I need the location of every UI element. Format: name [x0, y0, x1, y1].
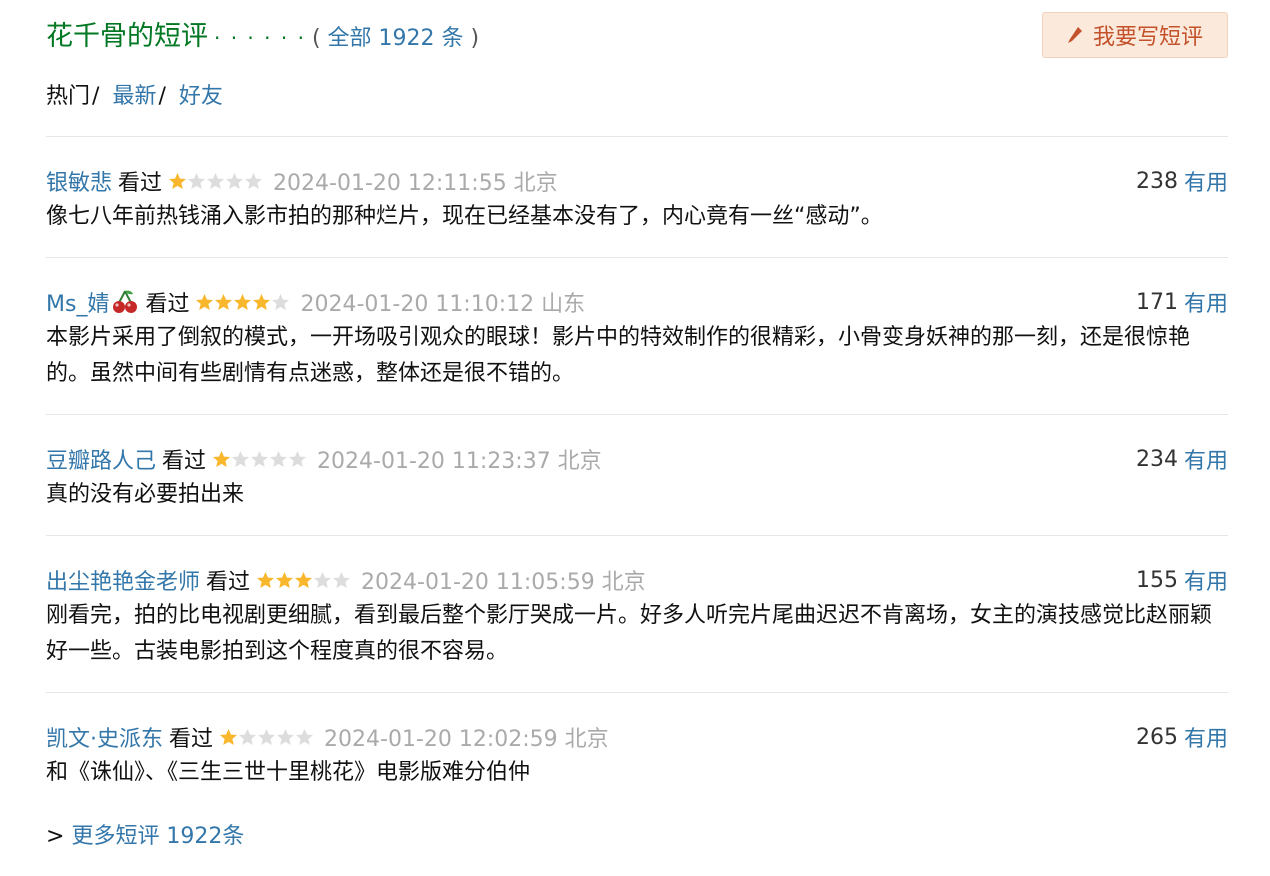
- star-empty-icon: [232, 450, 250, 468]
- star-empty-icon: [226, 172, 244, 190]
- comments-header: 花千骨的短评 · · · · · · ( 全部 1922 条 ) 我要写短评: [46, 0, 1228, 70]
- vote-count: 171: [1135, 289, 1178, 315]
- star-filled-icon: [169, 172, 187, 190]
- tab-separator: /: [92, 84, 100, 109]
- watched-status: 看过: [162, 449, 207, 474]
- useful-button[interactable]: 有用: [1184, 443, 1228, 475]
- star-filled-icon: [196, 293, 214, 311]
- vote-count: 238: [1135, 168, 1178, 194]
- tab-separator: /: [158, 84, 166, 109]
- watched-status: 看过: [169, 727, 214, 752]
- cherry-icon: [113, 290, 138, 313]
- comment-user-link[interactable]: Ms_婧: [46, 286, 109, 318]
- star-empty-icon: [333, 571, 351, 589]
- star-empty-icon: [188, 172, 206, 190]
- comment-text: 本影片采用了倒叙的模式，一开场吸引观众的眼球！影片中的特效制作的很精彩，小骨变身…: [46, 325, 1191, 386]
- star-filled-icon: [295, 571, 313, 589]
- star-filled-icon: [257, 571, 275, 589]
- star-empty-icon: [207, 172, 225, 190]
- comment-time: 2024-01-20 12:02:59 北京: [324, 727, 609, 752]
- star-empty-icon: [272, 293, 290, 311]
- write-comment-button[interactable]: 我要写短评: [1042, 12, 1228, 58]
- star-empty-icon: [257, 728, 276, 746]
- useful-button[interactable]: 有用: [1184, 721, 1228, 753]
- useful-button[interactable]: 有用: [1184, 286, 1228, 318]
- more-comments: > 更多短评 1922条: [46, 818, 244, 850]
- short-comments-section: 花千骨的短评 · · · · · · ( 全部 1922 条 ) 我要写短评 热…: [46, 0, 1228, 849]
- comment-text: 和《诛仙》、《三生三世十里桃花》电影版难分伯仲: [46, 760, 531, 785]
- useful-votes: 265 有用: [1135, 721, 1228, 753]
- title-dots: · · · · · ·: [214, 26, 306, 50]
- comment-text: 刚看完，拍的比电视剧更细腻，看到最后整个影厅哭成一片。好多人听完片尾曲迟迟不肯离…: [46, 603, 1213, 664]
- comment-time: 2024-01-20 11:10:12 山东: [300, 292, 586, 317]
- useful-votes: 238 有用: [1135, 165, 1228, 197]
- vote-count: 155: [1135, 567, 1178, 593]
- star-empty-icon: [251, 450, 269, 468]
- comment-meta: 银敏悲 看过 2024-01-20 12:11:55 北京: [46, 166, 1228, 196]
- more-comments-link[interactable]: 更多短评 1922条: [71, 824, 244, 849]
- rating-stars: [212, 450, 307, 468]
- tab-hot: 热门: [46, 84, 91, 109]
- all-comments-count: ( 全部 1922 条 ): [312, 20, 479, 52]
- comment-time: 2024-01-20 11:05:59 北京: [361, 570, 646, 595]
- watched-status: 看过: [145, 292, 190, 317]
- useful-votes: 155 有用: [1135, 564, 1228, 596]
- star-filled-icon: [215, 293, 233, 311]
- vote-count: 265: [1135, 724, 1178, 750]
- star-filled-icon: [234, 293, 252, 311]
- star-filled-icon: [276, 571, 294, 589]
- rating-stars: [168, 172, 263, 190]
- rating-stars: [195, 293, 290, 311]
- comment-text: 像七八年前热钱涌入影市拍的那种烂片，现在已经基本没有了，内心竟有一丝“感动”。: [46, 204, 883, 229]
- star-empty-icon: [295, 728, 314, 746]
- star-empty-icon: [289, 450, 307, 468]
- comment-text: 真的没有必要拍出来: [46, 482, 245, 507]
- star-filled-icon: [219, 728, 238, 746]
- useful-votes: 234 有用: [1135, 443, 1228, 475]
- paren-close: ): [463, 26, 480, 51]
- paren-open: (: [311, 26, 328, 51]
- comment-meta: 豆瓣路人己 看过 2024-01-20 11:23:37 北京: [46, 444, 1228, 474]
- comment-item: Ms_婧 看过 2024-01-20 11:10:12 山东 171 有用 本影…: [46, 257, 1228, 414]
- rating-stars: [219, 728, 314, 746]
- tab-friends[interactable]: 好友: [179, 84, 223, 109]
- comment-user-link[interactable]: 豆瓣路人己: [46, 443, 156, 475]
- comment-meta: 凯文·史派东 看过 2024-01-20 12:02:59 北京: [46, 722, 1228, 752]
- tab-latest[interactable]: 最新: [112, 84, 156, 109]
- comment-list: 银敏悲 看过 2024-01-20 12:11:55 北京 238 有用 像七八…: [46, 136, 1228, 813]
- all-comments-link[interactable]: 全部 1922 条: [328, 26, 464, 51]
- comment-time: 2024-01-20 12:11:55 北京: [273, 171, 558, 196]
- comment-time: 2024-01-20 11:23:37 北京: [317, 449, 602, 474]
- comment-user-link[interactable]: 出尘艳艳金老师: [46, 564, 200, 596]
- useful-button[interactable]: 有用: [1184, 564, 1228, 596]
- star-filled-icon: [213, 450, 231, 468]
- more-arrow: >: [46, 824, 72, 849]
- star-empty-icon: [238, 728, 257, 746]
- comment-meta: 出尘艳艳金老师 看过 2024-01-20 11:05:59 北京: [46, 565, 1228, 595]
- vote-count: 234: [1135, 446, 1178, 472]
- star-empty-icon: [276, 728, 295, 746]
- star-empty-icon: [245, 172, 263, 190]
- sort-tabs: 热门/ 最新/ 好友: [46, 78, 223, 110]
- useful-button[interactable]: 有用: [1184, 165, 1228, 197]
- rating-stars: [256, 571, 351, 589]
- watched-status: 看过: [118, 171, 163, 196]
- watched-status: 看过: [206, 570, 251, 595]
- comment-item: 凯文·史派东 看过 2024-01-20 12:02:59 北京 265 有用 …: [46, 692, 1228, 813]
- comment-user-link[interactable]: 银敏悲: [46, 165, 112, 197]
- star-empty-icon: [270, 450, 288, 468]
- useful-votes: 171 有用: [1135, 286, 1228, 318]
- comment-item: 出尘艳艳金老师 看过 2024-01-20 11:05:59 北京 155 有用…: [46, 535, 1228, 692]
- section-title: 花千骨的短评: [46, 21, 208, 52]
- comment-user-link[interactable]: 凯文·史派东: [46, 721, 163, 753]
- star-filled-icon: [253, 293, 271, 311]
- pencil-icon: [1067, 27, 1082, 43]
- comment-item: 银敏悲 看过 2024-01-20 12:11:55 北京 238 有用 像七八…: [46, 136, 1228, 257]
- star-empty-icon: [314, 571, 332, 589]
- write-comment-label: 我要写短评: [1092, 25, 1203, 50]
- title-row: 花千骨的短评 · · · · · · ( 全部 1922 条 ): [46, 14, 479, 53]
- comment-meta: Ms_婧 看过 2024-01-20 11:10:12 山东: [46, 287, 1228, 317]
- comment-item: 豆瓣路人己 看过 2024-01-20 11:23:37 北京 234 有用 真…: [46, 414, 1228, 535]
